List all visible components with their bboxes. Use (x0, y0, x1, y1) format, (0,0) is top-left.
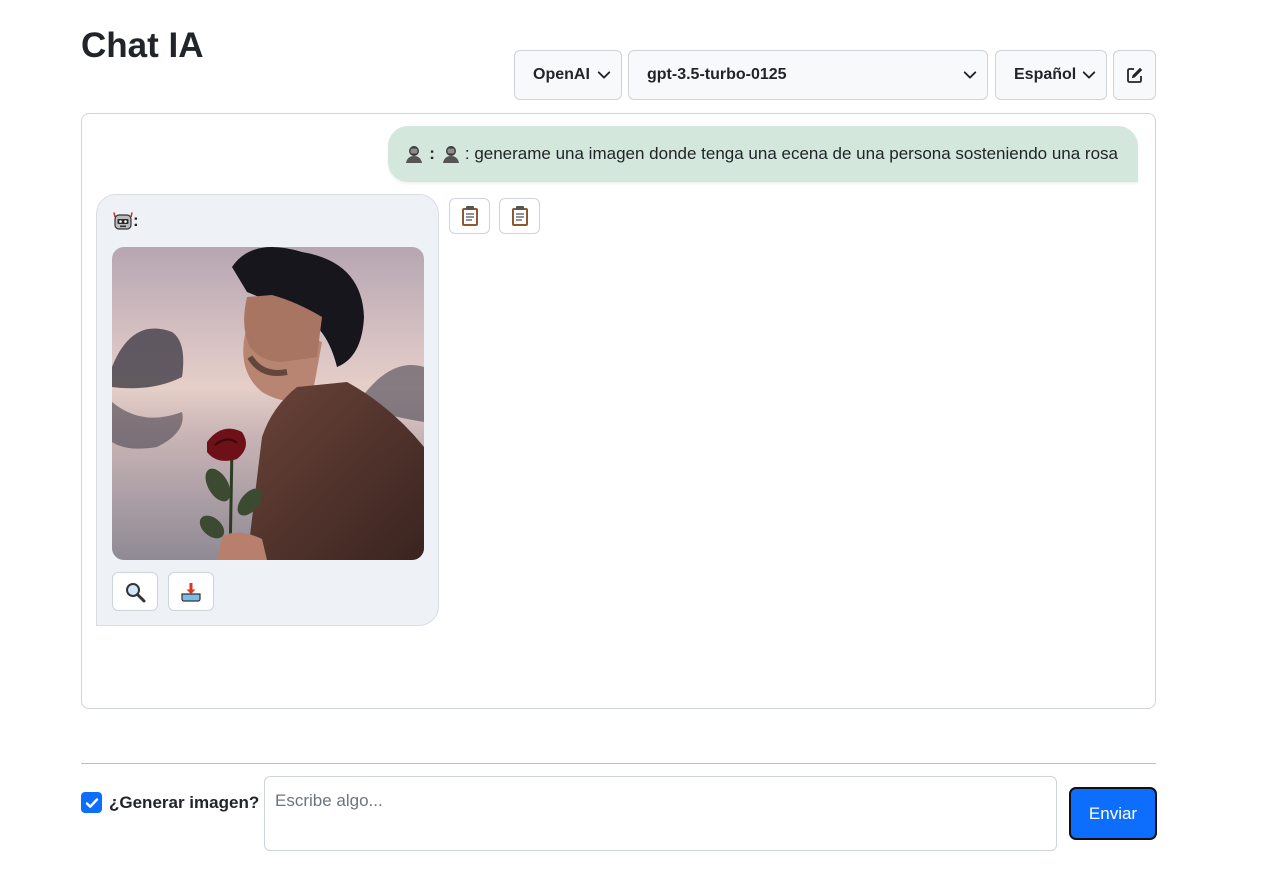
chevron-down-icon (963, 71, 977, 79)
language-select[interactable]: Español (995, 50, 1107, 100)
edit-icon (1126, 67, 1142, 83)
zoom-button[interactable] (112, 572, 158, 611)
model-select[interactable]: gpt-3.5-turbo-0125 (628, 50, 988, 100)
person-icon (404, 144, 424, 164)
provider-select-value: OpenAI (533, 66, 590, 83)
user-message: : : generame una imagen donde tenga una … (388, 126, 1138, 182)
copy-button[interactable] (499, 198, 540, 234)
send-button[interactable]: Enviar (1069, 787, 1157, 840)
bot-message-header: : (113, 211, 139, 231)
person-icon (441, 144, 461, 164)
provider-select[interactable]: OpenAI (514, 50, 622, 100)
bot-message-label: : (133, 211, 139, 230)
bot-message: : (96, 194, 439, 626)
message-input[interactable] (264, 776, 1057, 851)
download-icon (181, 582, 201, 602)
chat-page: Chat IA OpenAI gpt-3.5-turbo-0125 Españo… (0, 0, 1273, 877)
download-button[interactable] (168, 572, 214, 611)
edit-button[interactable] (1113, 50, 1156, 100)
divider (81, 763, 1156, 764)
zoom-icon (126, 582, 146, 602)
chat-log[interactable]: : : generame una imagen donde tenga una … (81, 113, 1156, 709)
generate-image-checkbox[interactable] (81, 792, 102, 813)
robot-icon (113, 212, 133, 230)
page-title: Chat IA (81, 26, 204, 65)
copy-button[interactable] (449, 198, 490, 234)
clipboard-icon (461, 206, 478, 226)
generated-image[interactable] (112, 247, 424, 560)
language-select-value: Español (1014, 66, 1077, 83)
generate-image-label[interactable]: ¿Generar imagen? (109, 792, 259, 814)
chevron-down-icon (1082, 71, 1096, 79)
user-message-text: : generame una imagen donde tenga una ec… (464, 144, 1118, 163)
model-select-value: gpt-3.5-turbo-0125 (647, 66, 787, 83)
check-icon (85, 797, 98, 808)
chevron-down-icon (597, 71, 611, 79)
clipboard-icon (511, 206, 528, 226)
man-holding-rose-image (112, 247, 424, 560)
